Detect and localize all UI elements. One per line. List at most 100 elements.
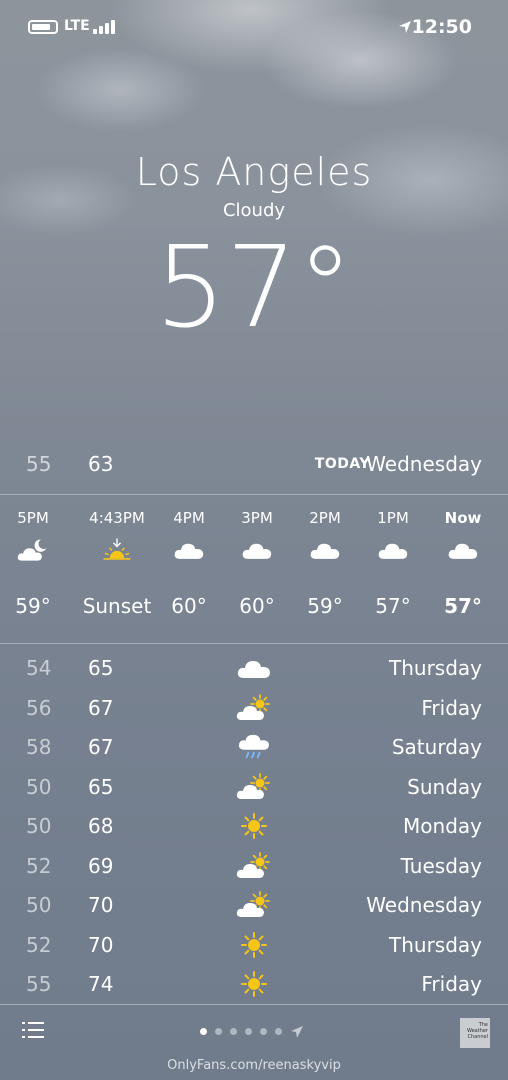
day-name: Thursday	[389, 656, 482, 680]
current-temperature: 57°	[154, 223, 354, 353]
daily-row: Sunday 65 50	[0, 767, 508, 807]
divider	[0, 1004, 508, 1005]
today-low: 55	[26, 452, 52, 476]
day-high: 65	[88, 656, 114, 680]
today-day: Wednesday	[366, 452, 482, 476]
day-name: Friday	[421, 695, 482, 720]
day-name: Friday	[421, 972, 482, 996]
day-high: 67	[88, 735, 114, 759]
hourly-item: 4PM 60°	[154, 496, 224, 618]
hourly-forecast[interactable]: Now 57° 1PM 57° 2PM 59° 3PM 60° 4PM 60° 4:43PM Suns…	[0, 496, 508, 642]
day-low: 52	[26, 853, 52, 878]
location-arrow-icon	[399, 21, 411, 33]
cloud-icon	[222, 536, 292, 578]
daily-row: Monday 68 50	[0, 806, 508, 846]
day-low: 54	[26, 656, 52, 680]
day-low: 58	[26, 735, 52, 759]
partly-cloudy-icon	[236, 772, 272, 801]
hourly-time: Now	[444, 509, 482, 527]
day-name: Thursday	[389, 932, 482, 957]
partly-cloudy-night-icon	[0, 536, 68, 578]
day-low: 56	[26, 695, 52, 720]
page-dot[interactable]	[200, 1028, 207, 1035]
sun-icon	[236, 931, 272, 959]
hourly-item: 4:43PM Sunset	[74, 496, 160, 618]
partly-cloudy-icon	[236, 891, 272, 919]
page-dot[interactable]	[275, 1028, 282, 1035]
divider	[0, 643, 508, 644]
hourly-time: 1PM	[377, 509, 409, 527]
hourly-time: 4:43PM	[89, 509, 145, 527]
hourly-temp: 57°	[375, 594, 411, 618]
day-high: 74	[88, 972, 114, 996]
page-dot[interactable]	[245, 1028, 252, 1035]
sunset-icon	[74, 536, 160, 578]
status-bar: LTE 12:50	[0, 14, 508, 42]
day-high: 65	[88, 774, 114, 799]
cloud-icon	[358, 536, 428, 578]
page-indicator[interactable]	[200, 1024, 310, 1040]
day-low: 55	[26, 972, 52, 996]
day-name: Wednesday	[366, 893, 482, 917]
daily-row: Wednesday 70 50	[0, 885, 508, 925]
daily-row: Friday 67 56	[0, 688, 508, 728]
sun-icon	[236, 970, 272, 998]
daily-row: Friday 74 55	[0, 964, 508, 1004]
divider	[0, 494, 508, 495]
cloud-icon	[154, 536, 224, 578]
day-name: Sunday	[407, 774, 482, 799]
hourly-item: Now 57°	[428, 496, 498, 618]
cloud-icon	[428, 536, 498, 578]
daily-row: Saturday 67 58	[0, 727, 508, 767]
battery-icon	[28, 20, 58, 34]
hourly-time: 2PM	[309, 509, 341, 527]
day-high: 70	[88, 932, 114, 957]
rain-icon	[236, 733, 272, 761]
day-low: 52	[26, 932, 52, 957]
page-dot[interactable]	[230, 1028, 237, 1035]
daily-row: Tuesday 69 52	[0, 846, 508, 886]
watermark: OnlyFans.com/reenaskyvip	[167, 1058, 341, 1073]
daily-row: Thursday 65 54	[0, 648, 508, 688]
hourly-temp: 59°	[307, 594, 343, 618]
partly-cloudy-icon	[236, 851, 272, 880]
daily-row: Thursday 70 52	[0, 925, 508, 965]
current-condition: Cloudy	[222, 200, 286, 221]
bottom-bar: The Weather Channel	[0, 1008, 508, 1056]
day-high: 70	[88, 893, 114, 917]
hourly-item: 3PM 60°	[222, 496, 292, 618]
page-dot[interactable]	[215, 1028, 222, 1035]
sun-icon	[236, 812, 272, 840]
partly-cloudy-icon	[236, 693, 272, 722]
city-list-icon[interactable]	[22, 1022, 44, 1040]
hourly-time: 3PM	[241, 509, 273, 527]
hourly-item: 1PM 57°	[358, 496, 428, 618]
hourly-item: 2PM 59°	[290, 496, 360, 618]
page-dot[interactable]	[260, 1028, 267, 1035]
day-high: 69	[88, 853, 114, 878]
hourly-temp: 57°	[444, 594, 482, 618]
hourly-time: 5PM	[17, 509, 49, 527]
current-location-icon[interactable]	[290, 1024, 304, 1043]
hourly-time: 4PM	[173, 509, 205, 527]
cloud-icon	[290, 536, 360, 578]
hourly-temp: 60°	[239, 594, 275, 618]
day-high: 68	[88, 814, 114, 838]
network-type: LTE	[64, 18, 90, 34]
weather-channel-logo[interactable]: The Weather Channel	[460, 1018, 490, 1048]
status-time: 12:50	[411, 16, 472, 38]
day-name: Saturday	[391, 735, 482, 759]
hourly-temp: 60°	[171, 594, 207, 618]
today-high: 63	[88, 452, 114, 476]
day-low: 50	[26, 893, 52, 917]
day-name: Tuesday	[400, 853, 482, 878]
today-summary: Wednesday TODAY 63 55	[0, 448, 508, 484]
day-name: Monday	[403, 814, 482, 838]
hourly-item: 5PM 59°	[0, 496, 68, 618]
day-high: 67	[88, 695, 114, 720]
city-name: Los Angeles	[135, 150, 373, 194]
cloud-icon	[236, 654, 272, 682]
day-low: 50	[26, 774, 52, 799]
hourly-temp: 59°	[15, 594, 51, 618]
hourly-temp: Sunset	[82, 594, 152, 618]
